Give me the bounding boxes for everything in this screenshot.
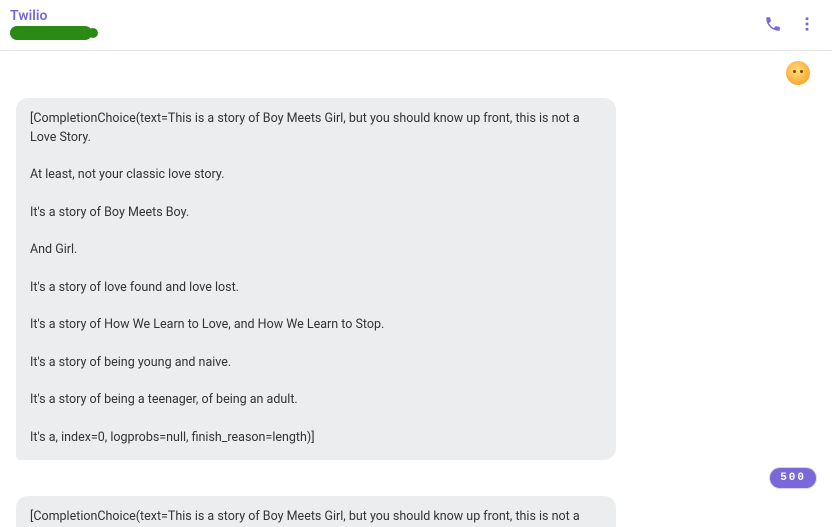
message-row: [CompletionChoice(text=This is a story o… — [16, 98, 816, 460]
message-bubble[interactable]: [CompletionChoice(text=This is a story o… — [16, 496, 616, 527]
message-row — [16, 61, 816, 90]
header-actions — [764, 15, 816, 33]
badge-500[interactable]: 500 — [770, 468, 816, 488]
emoji-message[interactable] — [786, 61, 816, 90]
message-row: 500 — [16, 468, 816, 488]
more-vert-icon[interactable] — [798, 15, 816, 33]
message-row: [CompletionChoice(text=This is a story o… — [16, 496, 816, 527]
chat-header: Twilio — [0, 0, 832, 51]
chat-area[interactable]: [CompletionChoice(text=This is a story o… — [0, 51, 832, 527]
contact-block: Twilio — [10, 8, 92, 40]
sun-with-face-icon — [786, 61, 810, 85]
contact-name: Twilio — [10, 8, 92, 24]
contact-number-redacted — [10, 26, 92, 40]
phone-icon[interactable] — [764, 15, 782, 33]
message-bubble[interactable]: [CompletionChoice(text=This is a story o… — [16, 98, 616, 460]
